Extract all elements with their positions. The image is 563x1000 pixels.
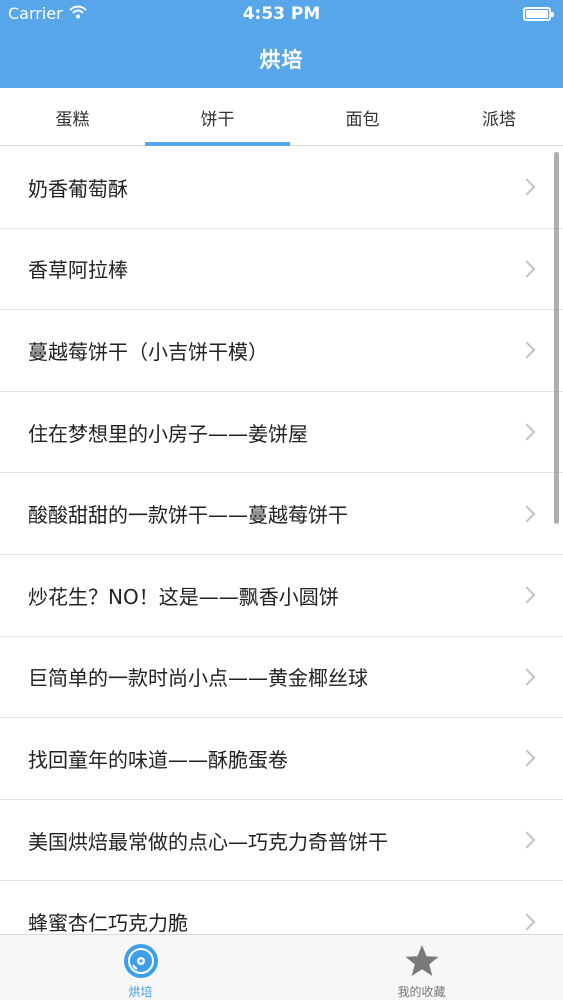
chevron-right-icon [518,505,536,523]
bottom-tab-bar: 烘培 我的收藏 [0,934,563,1000]
chevron-right-icon [518,831,536,849]
list-item-title: 住在梦想里的小房子——姜饼屋 [28,421,308,446]
chevron-right-icon [518,341,536,359]
list-item[interactable]: 蔓越莓饼干（小吉饼干模） [0,310,563,392]
list-item-title: 找回童年的味道——酥脆蛋卷 [28,747,288,772]
list-item-title: 炒花生？NO！这是——飘香小圆饼 [28,584,339,609]
battery-icon [523,7,554,21]
recipe-list[interactable]: 奶香葡萄酥 香草阿拉棒 蔓越莓饼干（小吉饼干模） 住在梦想里的小房子——姜饼屋 … [0,147,563,934]
status-bar: Carrier 4:53 PM [0,0,563,30]
tabbar-label-favorites: 我的收藏 [397,985,446,999]
category-tabs: 蛋糕 饼干 面包 派塔 [0,88,563,146]
status-time: 4:53 PM [242,4,321,24]
tabbar-item-favorites[interactable]: 我的收藏 [281,935,562,1000]
chevron-right-icon [518,423,536,441]
tabbar-item-baking[interactable]: 烘培 [0,935,281,1000]
list-item[interactable]: 蜂蜜杏仁巧克力脆 [0,881,563,934]
chevron-right-icon [518,749,536,767]
tab-cake[interactable]: 蛋糕 [0,88,145,146]
tab-pie-tart[interactable]: 派塔 [435,88,563,146]
list-item[interactable]: 炒花生？NO！这是——飘香小圆饼 [0,555,563,637]
list-item[interactable]: 美国烘焙最常做的点心—巧克力奇普饼干 [0,800,563,882]
list-item-title: 奶香葡萄酥 [28,176,128,201]
list-item-title: 香草阿拉棒 [28,258,128,283]
navigation-bar: 烘培 [0,30,563,88]
disc-icon [123,943,159,979]
tab-cookie[interactable]: 饼干 [145,88,290,146]
chevron-right-icon [518,178,536,196]
list-item-title: 巨简单的一款时尚小点——黄金椰丝球 [28,666,368,691]
app-screen: Carrier 4:53 PM 烘培 蛋糕 饼干 面包 派塔 奶香葡萄酥 香草阿… [0,0,563,1000]
list-item[interactable]: 酸酸甜甜的一款饼干——蔓越莓饼干 [0,473,563,555]
list-item[interactable]: 奶香葡萄酥 [0,147,563,229]
chevron-right-icon [518,586,536,604]
page-title: 烘培 [259,48,304,72]
chevron-right-icon [518,260,536,278]
list-item[interactable]: 找回童年的味道——酥脆蛋卷 [0,718,563,800]
tabbar-label-baking: 烘培 [128,985,153,999]
list-item-title: 美国烘焙最常做的点心—巧克力奇普饼干 [28,829,388,854]
list-item-title: 蔓越莓饼干（小吉饼干模） [28,339,268,364]
selected-tab-indicator [145,142,290,146]
chevron-right-icon [518,913,536,931]
list-item[interactable]: 住在梦想里的小房子——姜饼屋 [0,392,563,474]
list-item[interactable]: 香草阿拉棒 [0,229,563,311]
star-icon [404,943,440,979]
list-item-title: 酸酸甜甜的一款饼干——蔓越莓饼干 [28,503,348,528]
chevron-right-icon [518,668,536,686]
scrollbar[interactable] [554,152,559,524]
list-item[interactable]: 巨简单的一款时尚小点——黄金椰丝球 [0,637,563,719]
list-item-title: 蜂蜜杏仁巧克力脆 [28,911,188,934]
tab-bread[interactable]: 面包 [290,88,435,146]
